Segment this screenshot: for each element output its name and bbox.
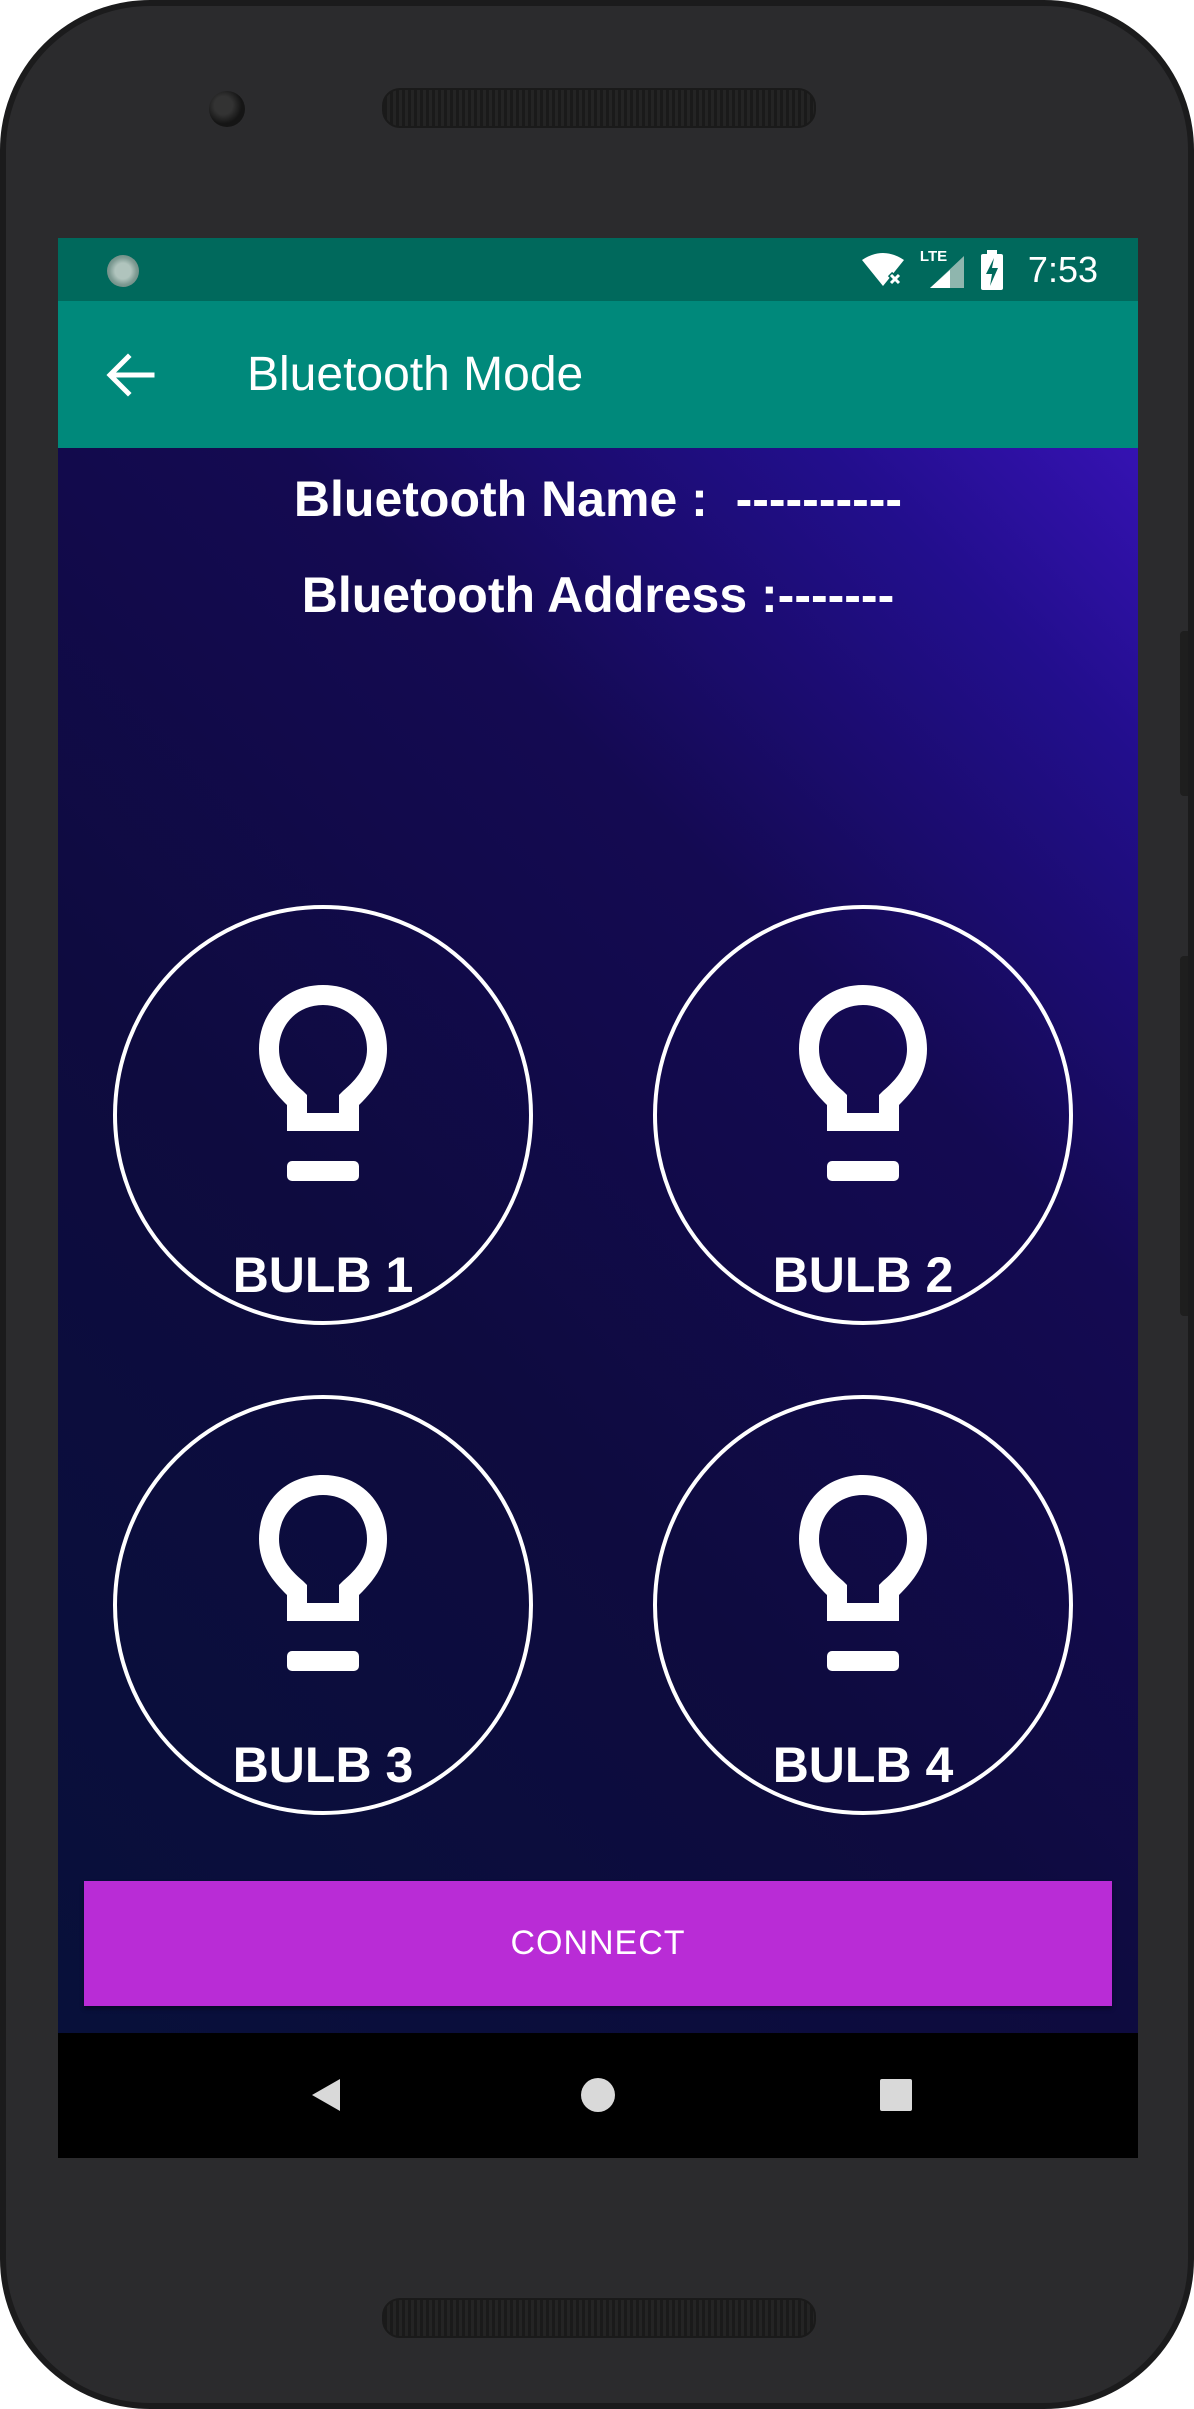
wifi-off-icon <box>861 253 904 287</box>
bulb-2-button[interactable]: BULB 2 <box>653 905 1073 1325</box>
bulb-label: BULB 1 <box>232 1247 414 1303</box>
lightbulb-icon <box>799 1475 927 1671</box>
front-camera <box>209 91 245 127</box>
lightbulb-icon <box>259 985 387 1181</box>
bulb-label: BULB 2 <box>772 1247 954 1303</box>
navigation-bar <box>58 2033 1138 2158</box>
volume-rocker <box>1180 956 1188 1316</box>
bulb-1-button[interactable]: BULB 1 <box>113 905 533 1325</box>
top-speaker-grille <box>382 88 816 128</box>
app-bar: Bluetooth Mode <box>58 301 1138 448</box>
power-button <box>1180 631 1188 796</box>
bluetooth-name-text: Bluetooth Name : ---------- <box>293 471 903 527</box>
status-icons: LTE 7:53 <box>860 248 1098 292</box>
nav-back-icon[interactable] <box>300 2067 356 2123</box>
bottom-speaker-grille <box>382 2298 816 2338</box>
lightbulb-icon <box>259 1475 387 1671</box>
lightbulb-icon <box>799 985 927 1181</box>
status-bar: LTE 7:53 <box>58 238 1138 301</box>
loading-circle-icon <box>107 255 139 287</box>
arrow-back-icon[interactable] <box>98 343 162 407</box>
screen: LTE 7:53 Bluetooth Mode Bluetooth Name:… <box>58 238 1138 2158</box>
connect-button[interactable]: CONNECT <box>84 1881 1112 2006</box>
battery-charging-icon <box>980 250 1003 290</box>
status-time: 7:53 <box>1027 249 1098 290</box>
bluetooth-address-text: Bluetooth Address :------- <box>301 567 895 623</box>
page-title: Bluetooth Mode <box>247 348 584 401</box>
lte-signal-icon: LTE <box>920 248 966 290</box>
nav-recents-icon[interactable] <box>868 2067 924 2123</box>
bulb-3-button[interactable]: BULB 3 <box>113 1395 533 1815</box>
bulb-label: BULB 4 <box>772 1737 954 1793</box>
main-content: Bluetooth Name : ---------- Bluetooth Ad… <box>58 448 1138 2033</box>
nav-home-icon[interactable] <box>570 2067 626 2123</box>
bulb-label: BULB 3 <box>232 1737 414 1793</box>
bulb-4-button[interactable]: BULB 4 <box>653 1395 1073 1815</box>
phone-frame: LTE 7:53 Bluetooth Mode Bluetooth Name:… <box>0 0 1194 2409</box>
